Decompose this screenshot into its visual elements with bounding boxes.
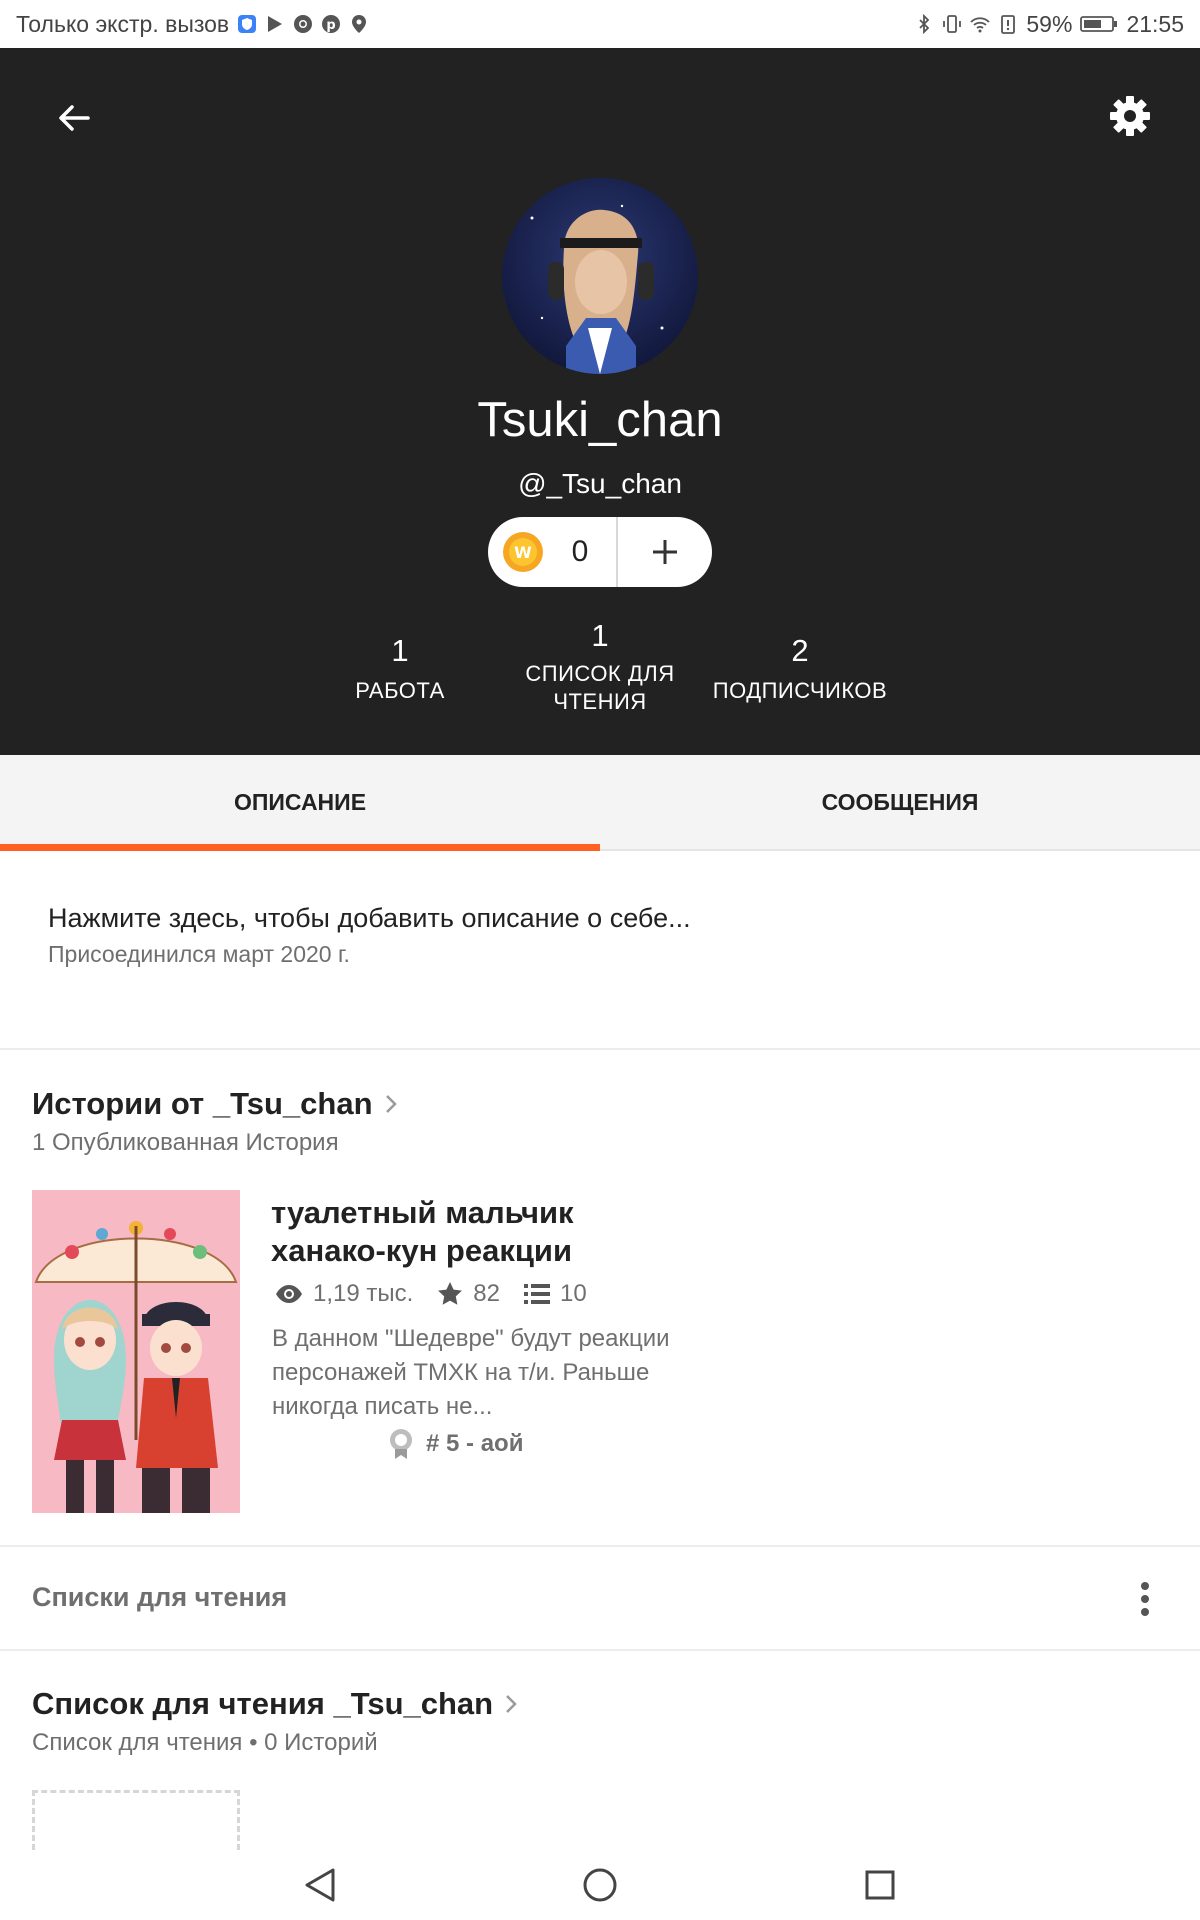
tab-about[interactable]: ОПИСАНИЕ — [0, 755, 600, 851]
stories-count: 1 Опубликованная История — [32, 1129, 339, 1156]
profile-header: Tsuki_chan @_Tsu_chan W 0 1 РАБОТА 1 СПИ… — [0, 48, 1200, 755]
tab-messages[interactable]: СООБЩЕНИЯ — [600, 755, 1200, 849]
stat-followers[interactable]: 2 ПОДПИСЧИКОВ — [700, 633, 900, 705]
story-reads: 1,19 тыс. — [275, 1280, 413, 1308]
active-tab-indicator — [0, 844, 600, 851]
play-store-icon — [268, 16, 283, 32]
story-title[interactable]: туалетный мальчик ханако-кун реакции — [271, 1194, 691, 1270]
story-parts: 10 — [524, 1280, 587, 1308]
clock: 21:55 — [1126, 10, 1184, 37]
story-ranking-text: # 5 - аой — [426, 1430, 524, 1457]
settings-button[interactable] — [1098, 84, 1162, 148]
stories-section-title[interactable]: Истории от _Tsu_chan — [32, 1086, 399, 1122]
circle-home-icon — [583, 1868, 617, 1902]
story-reads-count: 1,19 тыс. — [313, 1280, 414, 1307]
square-recents-icon — [865, 1870, 895, 1900]
profile-display-name: Tsuki_chan — [477, 393, 723, 447]
system-navigation-bar — [0, 1850, 1200, 1920]
carrier-text: Только экстр. вызов — [16, 10, 230, 37]
chevron-right-icon — [385, 1095, 397, 1113]
stat-followers-label: ПОДПИСЧИКОВ — [712, 678, 888, 703]
story-description: В данном "Шедевре" будут реакции персона… — [272, 1325, 670, 1420]
story-votes-count: 82 — [473, 1280, 500, 1307]
story-votes: 82 — [437, 1280, 500, 1308]
reading-list-title-text: Список для чтения _Tsu_chan — [32, 1686, 494, 1721]
buy-coins-button[interactable] — [618, 517, 712, 587]
coin-icon: W — [503, 532, 543, 572]
status-bar: Только экстр. вызов p 59% 21:55 — [0, 0, 1200, 48]
wifi-icon — [970, 17, 991, 33]
add-description-prompt[interactable]: Нажмите здесь, чтобы добавить описание о… — [48, 903, 691, 934]
pinterest-icon: p — [322, 15, 341, 33]
vibrate-icon — [943, 15, 962, 33]
section-divider — [0, 1649, 1200, 1651]
reading-list-title[interactable]: Список для чтения _Tsu_chan — [32, 1686, 519, 1722]
star-icon — [438, 1282, 463, 1305]
battery-percent: 59% — [1026, 10, 1073, 37]
stat-works[interactable]: 1 РАБОТА — [320, 633, 480, 705]
chrome-icon — [294, 15, 313, 33]
stat-works-count: 1 — [391, 633, 409, 668]
svg-text:W: W — [514, 543, 532, 562]
story-ranking[interactable]: # 5 - аой — [388, 1428, 523, 1460]
coin-balance-pill: W 0 — [488, 517, 712, 587]
gear-icon — [1110, 96, 1150, 136]
more-vertical-icon — [1141, 1582, 1149, 1616]
list-icon — [524, 1284, 550, 1304]
bluetooth-icon — [919, 14, 930, 34]
ribbon-badge-icon — [390, 1429, 412, 1459]
nav-home-button[interactable] — [572, 1860, 628, 1910]
shield-app-icon — [238, 15, 257, 33]
stat-works-label: РАБОТА — [355, 678, 445, 703]
reading-lists-more-button[interactable] — [1120, 1574, 1170, 1624]
profile-tabs: ОПИСАНИЕ СООБЩЕНИЯ — [0, 755, 1200, 851]
avatar-image — [502, 178, 698, 374]
nav-recents-button[interactable] — [852, 1860, 908, 1910]
nav-back-button[interactable] — [292, 1860, 348, 1910]
tab-about-label: ОПИСАНИЕ — [233, 788, 367, 815]
chevron-right-icon — [506, 1695, 517, 1713]
battery-icon — [1080, 16, 1118, 32]
back-button[interactable] — [44, 88, 104, 148]
reading-lists-heading: Списки для чтения — [32, 1582, 288, 1612]
location-icon — [352, 15, 367, 33]
triangle-back-icon — [305, 1868, 335, 1902]
section-divider — [0, 1545, 1200, 1547]
coin-count: 0 — [571, 535, 589, 568]
stat-followers-count: 2 — [791, 633, 809, 668]
tab-messages-label: СООБЩЕНИЯ — [821, 788, 979, 815]
battery-alert-icon — [1001, 15, 1016, 34]
reading-list-subtitle: Список для чтения • 0 Историй — [32, 1729, 378, 1756]
stat-reading-lists-count: 1 — [591, 618, 609, 653]
profile-username: @_Tsu_chan — [518, 468, 682, 499]
plus-icon — [653, 540, 677, 564]
stat-reading-lists[interactable]: 1 СПИСОК ДЛЯ ЧТЕНИЯ — [510, 618, 690, 716]
stories-section-title-text: Истории от _Tsu_chan — [32, 1086, 373, 1121]
svg-text:p: p — [327, 18, 336, 33]
eye-icon — [276, 1285, 302, 1303]
avatar[interactable] — [502, 178, 698, 374]
story-parts-count: 10 — [560, 1280, 587, 1307]
story-cover-image — [32, 1190, 240, 1513]
arrow-left-icon — [59, 105, 90, 131]
stat-reading-lists-label: СПИСОК ДЛЯ ЧТЕНИЯ — [525, 661, 675, 714]
joined-date: Присоединился март 2020 г. — [48, 941, 350, 967]
story-stats: 1,19 тыс. 82 10 — [275, 1280, 611, 1308]
section-divider — [0, 1048, 1200, 1050]
story-cover[interactable] — [32, 1190, 240, 1513]
empty-reading-list-cover[interactable] — [32, 1790, 240, 1850]
